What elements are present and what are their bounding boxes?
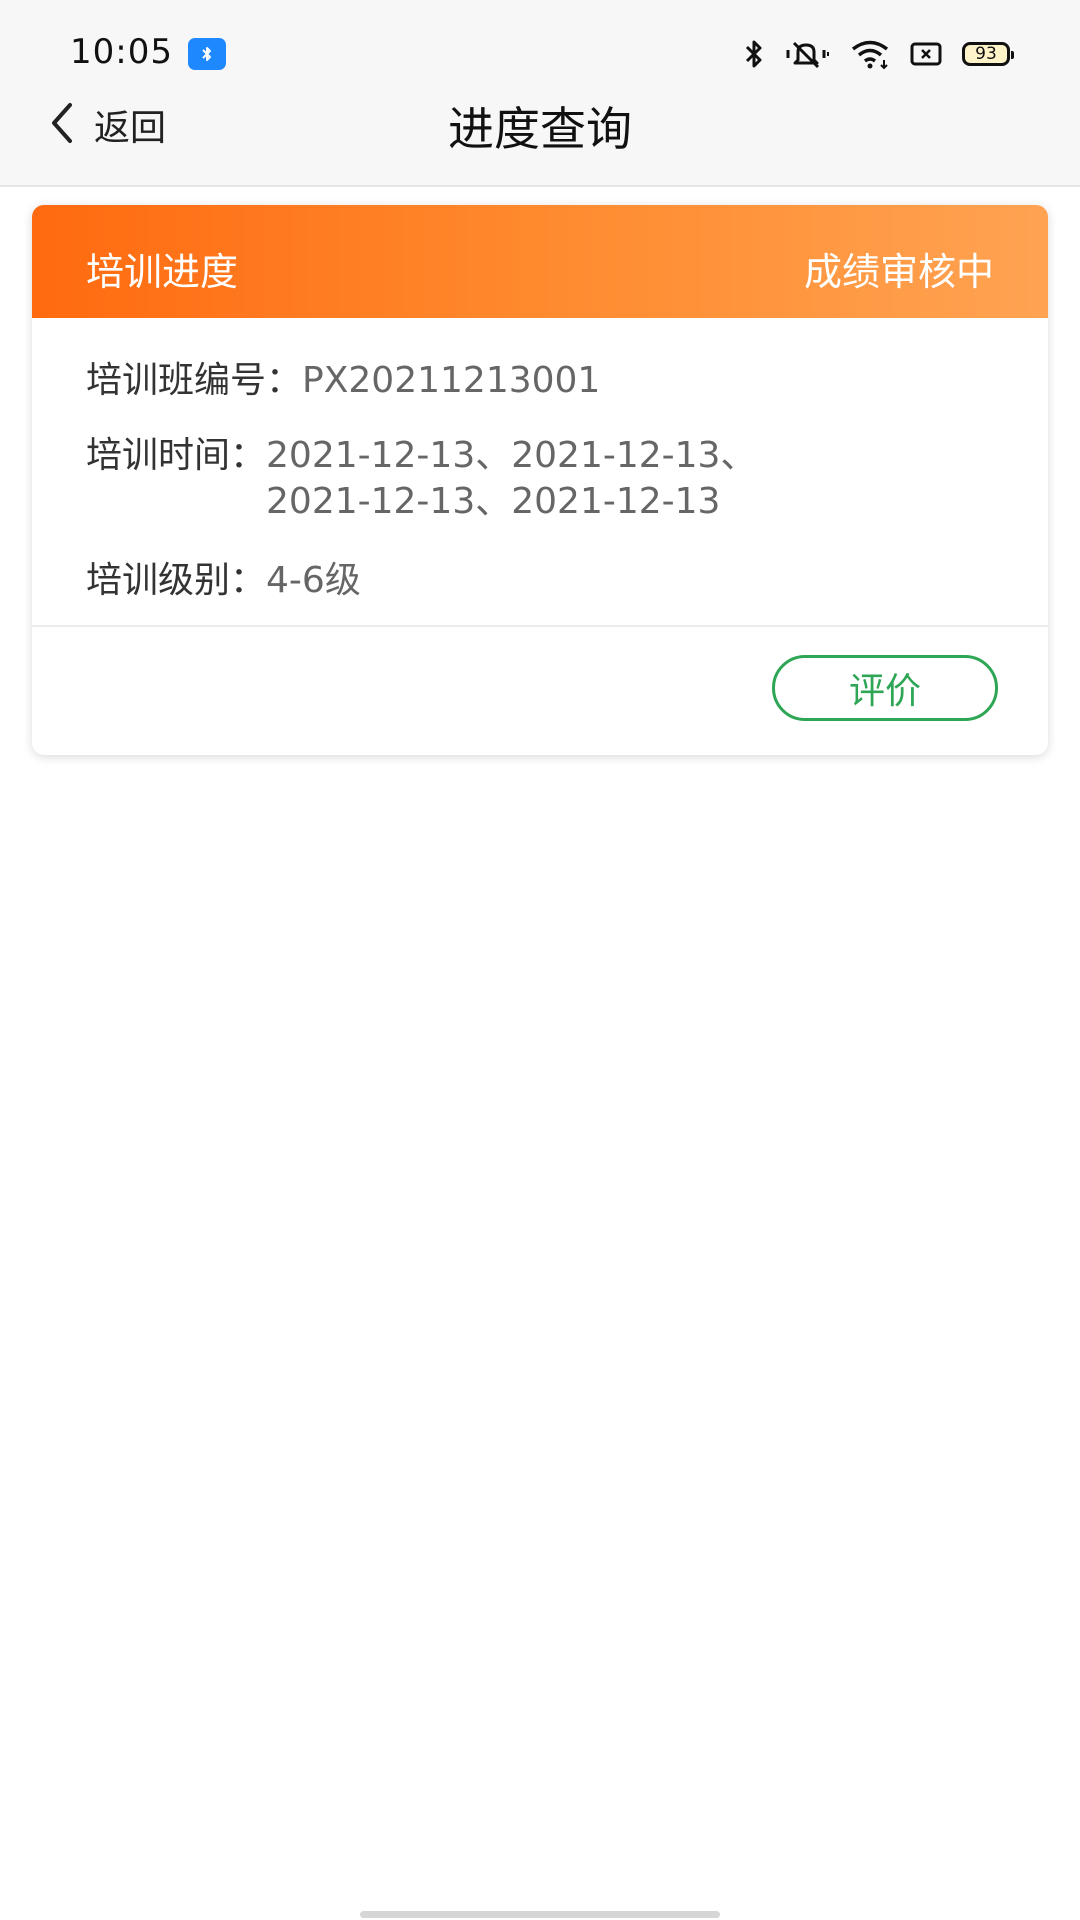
training-level-label: 培训级别： — [86, 560, 267, 601]
class-number-row: 培训班编号： PX20211213001 — [86, 358, 600, 404]
training-progress-card: 培训进度 成绩审核中 培训班编号： PX20211213001 培训时间： 20… — [32, 205, 1048, 755]
card-header: 培训进度 成绩审核中 — [32, 205, 1048, 318]
mute-icon — [786, 38, 830, 70]
card-divider — [32, 625, 1048, 627]
home-indicator[interactable] — [360, 1911, 720, 1918]
bluetooth-app-icon — [188, 38, 226, 70]
sim-icon — [910, 41, 942, 67]
nav-bar: 返回 进度查询 — [0, 85, 1080, 183]
training-level-row: 培训级别： 4-6级 — [86, 558, 361, 604]
wifi-icon — [850, 38, 890, 70]
training-time-value: 2021-12-13、2021-12-13、 2021-12-13、2021-1… — [266, 433, 756, 525]
bluetooth-icon — [742, 38, 766, 70]
card-header-title: 培训进度 — [86, 250, 239, 294]
top-bar: 10:05 93 返回 进度查询 — [0, 0, 1080, 187]
status-badge: 成绩审核中 — [803, 250, 994, 294]
training-time-label: 培训时间： — [86, 435, 267, 476]
battery-icon: 93 — [962, 42, 1014, 66]
class-number-label: 培训班编号： — [86, 360, 303, 401]
training-level-value: 4-6级 — [266, 560, 361, 601]
class-number-value: PX20211213001 — [302, 360, 601, 401]
training-time-row: 培训时间： 2021-12-13、2021-12-13、 2021-12-13、… — [86, 433, 756, 525]
status-time: 10:05 — [70, 32, 173, 72]
training-time-line: 2021-12-13、2021-12-13 — [266, 481, 721, 522]
evaluate-button[interactable]: 评价 — [772, 655, 998, 721]
training-time-line: 2021-12-13、2021-12-13、 — [266, 435, 757, 476]
status-icons: 93 — [742, 36, 1014, 72]
page-title: 进度查询 — [448, 102, 632, 156]
